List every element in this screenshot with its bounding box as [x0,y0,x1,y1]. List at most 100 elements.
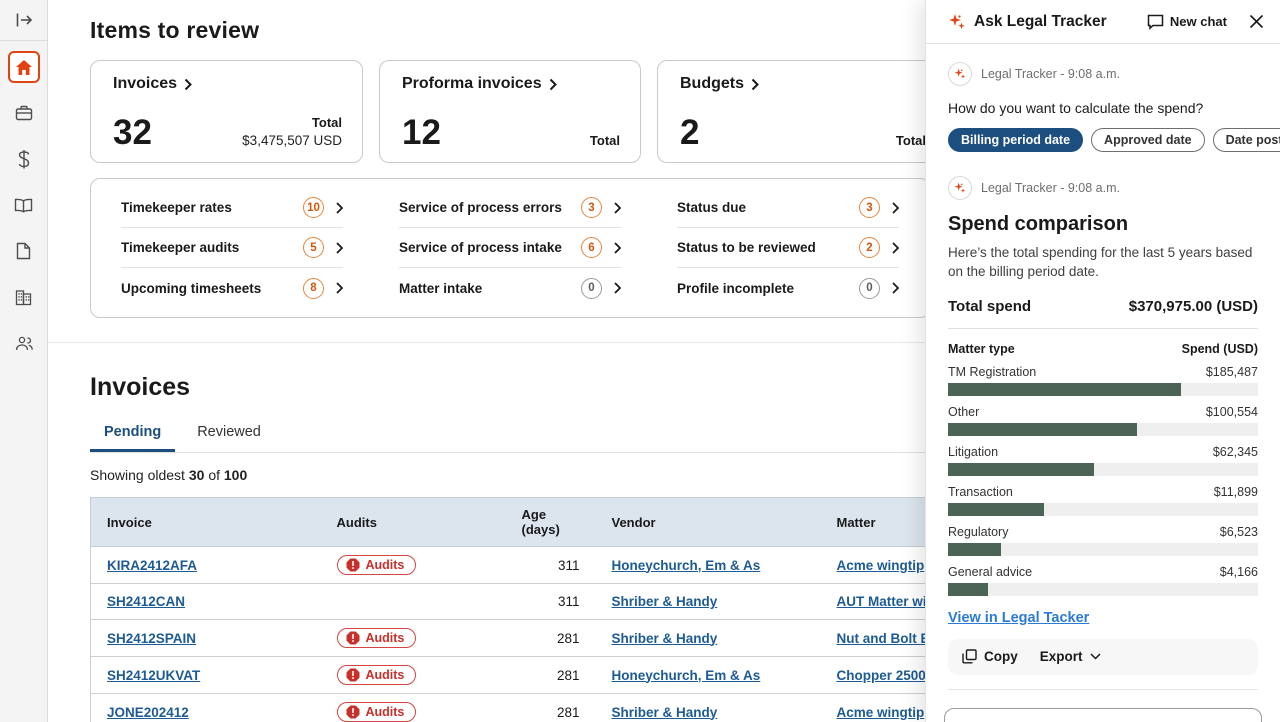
card-invoices[interactable]: Invoices 32 Total $3,475,507 USD [90,60,363,163]
vendor-link[interactable]: Shriber & Handy [612,631,718,646]
bar-label: Regulatory [948,525,1008,539]
collapse-panel-icon[interactable] [8,4,40,36]
chat-bubble-icon [1147,14,1164,30]
review-item-profile-incomplete[interactable]: Profile incomplete 0 [677,268,899,308]
pill-approved-date[interactable]: Approved date [1091,128,1205,152]
invoice-link[interactable]: KIRA2412AFA [107,558,197,573]
column-header-invoice[interactable]: Invoice [91,498,321,547]
sidebar-item-people[interactable] [8,327,40,359]
review-item-status-to-be-reviewed[interactable]: Status to be reviewed 2 [677,228,899,268]
card-count: 2 [680,115,699,150]
copy-icon [962,649,977,664]
card-total-label: Total [590,132,620,150]
bar-track [948,503,1258,516]
pill-date-posted[interactable]: Date posted [1213,128,1280,152]
matter-link[interactable]: AUT Matter wit [837,594,932,609]
bar-track [948,583,1258,596]
ask-legal-tracker-panel: Ask Legal Tracker New chat [925,0,1280,722]
export-button[interactable]: Export [1040,649,1101,664]
matter-link[interactable]: Nut and Bolt B [837,631,931,646]
matter-link[interactable]: Chopper 25000 [837,668,934,683]
bar-label: TM Registration [948,365,1036,379]
sidebar-item-company[interactable] [8,281,40,313]
bar-track [948,383,1258,396]
open-book-icon [14,198,33,213]
review-item-sop-errors[interactable]: Service of process errors 3 [399,188,621,228]
spend-comparison-title: Spend comparison [948,213,1258,236]
chart-column-headers: Matter type Spend (USD) [948,342,1258,356]
sidebar-item-home[interactable] [8,51,40,83]
bar-item: General advice $4,166 [948,565,1258,596]
bar-value: $62,345 [1213,445,1258,459]
sidebar-item-guides[interactable] [8,189,40,221]
review-item-timekeeper-rates[interactable]: Timekeeper rates 10 [121,188,343,228]
bar-track [948,423,1258,436]
spend-usd-header: Spend (USD) [1182,342,1258,356]
vendor-link[interactable]: Shriber & Handy [612,705,718,720]
card-title-label: Proforma invoices [402,75,542,93]
audits-badge[interactable]: Audits [337,665,417,685]
card-proforma-invoices[interactable]: Proforma invoices 12 Total [379,60,641,163]
review-item-status-due[interactable]: Status due 3 [677,188,899,228]
count-badge: 6 [581,237,602,258]
audits-badge[interactable]: Audits [337,555,417,575]
tab-pending[interactable]: Pending [90,418,175,452]
column-header-audits[interactable]: Audits [321,498,506,547]
card-count: 32 [113,115,152,150]
assistant-avatar [948,62,972,86]
sidebar-item-spend[interactable] [8,143,40,175]
count-badge: 3 [581,197,602,218]
copy-button[interactable]: Copy [962,649,1018,664]
matter-link[interactable]: Acme wingtip [837,558,925,573]
spend-bar-fill [948,423,1137,436]
chevron-right-icon [549,78,557,91]
vendor-link[interactable]: Honeychurch, Em & As [612,668,761,683]
pill-billing-period-date[interactable]: Billing period date [948,128,1083,152]
sidebar-item-matters[interactable] [8,97,40,129]
invoice-link[interactable]: SH2412SPAIN [107,631,196,646]
review-item-sop-intake[interactable]: Service of process intake 6 [399,228,621,268]
sidebar-item-documents[interactable] [8,235,40,267]
invoice-link[interactable]: SH2412UKVAT [107,668,200,683]
review-column: Timekeeper rates 10 Timekeeper audits 5 … [121,188,343,308]
briefcase-icon [15,105,33,121]
spend-bar-fill [948,543,1001,556]
count-badge: 5 [303,237,324,258]
audits-badge[interactable]: Audits [337,628,417,648]
matter-link[interactable]: Acme wingtip [837,705,925,720]
card-title-label: Invoices [113,75,177,93]
spend-bar-chart: TM Registration $185,487 Other $100,554 … [948,365,1258,596]
review-item-matter-intake[interactable]: Matter intake 0 [399,268,621,308]
matter-type-header: Matter type [948,342,1015,356]
message-action-bar: Copy Export [948,639,1258,675]
review-item-upcoming-timesheets[interactable]: Upcoming timesheets 8 [121,268,343,308]
vendor-link[interactable]: Honeychurch, Em & As [612,558,761,573]
review-item-timekeeper-audits[interactable]: Timekeeper audits 5 [121,228,343,268]
new-chat-button[interactable]: New chat [1147,14,1227,30]
tab-reviewed[interactable]: Reviewed [183,418,275,452]
invoice-link[interactable]: SH2412CAN [107,594,185,609]
card-budgets[interactable]: Budgets 2 Total [657,60,947,163]
card-total-label: Total [896,132,926,150]
bar-track [948,463,1258,476]
spend-bar-fill [948,463,1094,476]
column-header-vendor[interactable]: Vendor [596,498,821,547]
bar-value: $4,166 [1220,565,1258,579]
assistant-question: How do you want to calculate the spend? [948,100,1258,116]
review-column: Service of process errors 3 Service of p… [399,188,621,308]
card-title-label: Budgets [680,75,744,93]
count-badge: 8 [303,278,324,299]
bar-value: $185,487 [1206,365,1258,379]
alert-octagon-icon [346,668,360,682]
bar-value: $6,523 [1220,525,1258,539]
audits-badge[interactable]: Audits [337,702,417,722]
age-cell: 281 [506,657,596,694]
invoice-link[interactable]: JONE202412 [107,705,189,720]
panel-divider [948,689,1258,690]
chat-input[interactable] [944,708,1262,722]
view-in-legal-tracker-link[interactable]: View in Legal Tacker [948,610,1089,626]
bar-item: TM Registration $185,487 [948,365,1258,396]
vendor-link[interactable]: Shriber & Handy [612,594,718,609]
column-header-age[interactable]: Age (days) [506,498,596,547]
close-panel-button[interactable] [1249,14,1264,29]
